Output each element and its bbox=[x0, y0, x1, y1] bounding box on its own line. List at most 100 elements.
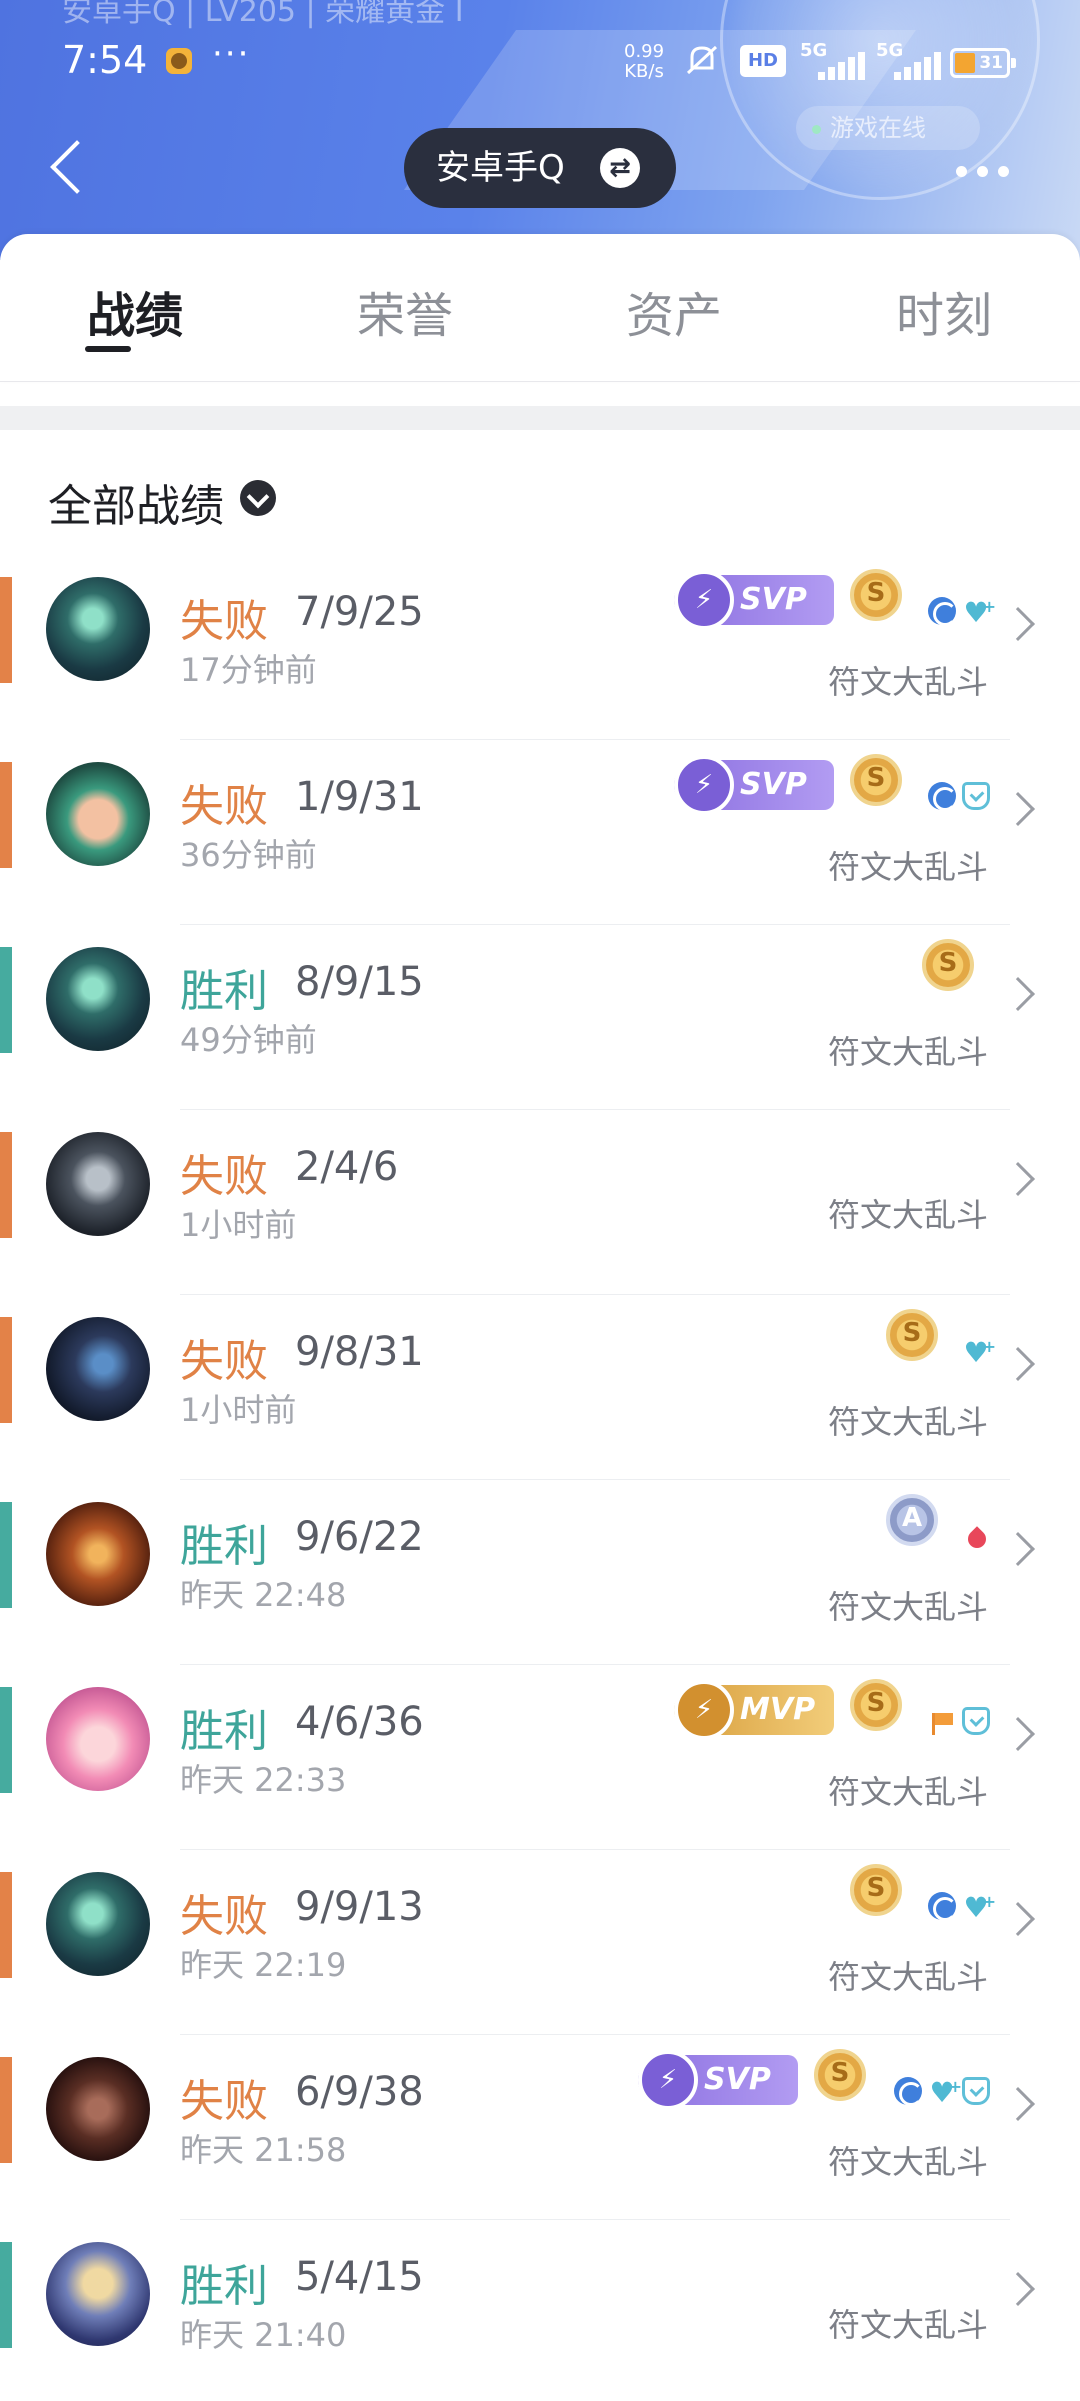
network-speed-value: 0.99 bbox=[624, 41, 665, 62]
match-record-row[interactable]: 胜利 4/6/36 昨天 22:33 MVP S 符文大乱斗 bbox=[0, 1665, 1080, 1850]
match-record-row[interactable]: 失败 6/9/38 昨天 21:58 SVP S 符文大乱斗 bbox=[0, 2035, 1080, 2220]
hd-voice-icon: HD bbox=[740, 45, 786, 77]
match-record-row[interactable]: 胜利 8/9/15 49分钟前 S 符文大乱斗 bbox=[0, 925, 1080, 1110]
section-divider bbox=[0, 406, 1080, 430]
a-medal-icon: A bbox=[886, 1494, 938, 1546]
heart-plus-icon bbox=[962, 1333, 996, 1367]
sword-icon bbox=[928, 597, 957, 626]
svp-emblem-icon bbox=[674, 570, 734, 630]
chevron-right-icon bbox=[1001, 1902, 1035, 1936]
hero-avatar bbox=[46, 1502, 150, 1606]
chevron-right-icon bbox=[1001, 1717, 1035, 1751]
hero-avatar bbox=[46, 1317, 150, 1421]
chevron-right-icon bbox=[1001, 1347, 1035, 1381]
sword-icon bbox=[928, 782, 957, 811]
s-medal-icon: S bbox=[850, 569, 902, 621]
chevron-right-icon bbox=[1001, 2272, 1035, 2306]
match-record-row[interactable]: 失败 2/4/6 1小时前 符文大乱斗 bbox=[0, 1110, 1080, 1295]
hero-avatar bbox=[46, 1132, 150, 1236]
tab-moments[interactable]: 时刻 bbox=[854, 276, 1034, 346]
game-mode: 符文大乱斗 bbox=[827, 1033, 988, 1071]
match-time: 昨天 22:19 bbox=[180, 1946, 347, 1984]
chevron-down-icon[interactable] bbox=[240, 480, 276, 516]
heart-plus-icon bbox=[962, 593, 996, 627]
match-time: 49分钟前 bbox=[180, 1021, 317, 1059]
result-color-bar bbox=[0, 1132, 12, 1238]
match-result: 失败 bbox=[180, 1336, 268, 1387]
match-time: 36分钟前 bbox=[180, 836, 317, 874]
match-kda: 1/9/31 bbox=[295, 774, 424, 820]
hero-avatar bbox=[46, 762, 150, 866]
game-mode: 符文大乱斗 bbox=[827, 663, 988, 701]
match-time: 1小时前 bbox=[180, 1391, 297, 1429]
hero-avatar bbox=[46, 1687, 150, 1791]
swap-icon bbox=[600, 148, 640, 188]
status-bar: 7:54 ··· 0.99 KB/s HD 5G 5G 31 bbox=[0, 0, 1080, 120]
match-record-row[interactable]: 胜利 5/4/15 昨天 21:40 符文大乱斗 bbox=[0, 2220, 1080, 2401]
svp-emblem-icon bbox=[674, 755, 734, 815]
mvp-emblem-icon bbox=[674, 1680, 734, 1740]
account-switch-button[interactable]: 安卓手Q bbox=[404, 128, 676, 208]
active-tab-indicator bbox=[85, 346, 131, 352]
match-record-row[interactable]: 胜利 9/6/22 昨天 22:48 A 符文大乱斗 bbox=[0, 1480, 1080, 1665]
game-mode: 符文大乱斗 bbox=[827, 2306, 988, 2344]
flag-icon bbox=[930, 1709, 956, 1737]
tab-assets[interactable]: 资产 bbox=[584, 276, 764, 346]
result-color-bar bbox=[0, 2057, 12, 2163]
match-record-row[interactable]: 失败 9/8/31 1小时前 S 符文大乱斗 bbox=[0, 1295, 1080, 1480]
match-record-row[interactable]: 失败 1/9/31 36分钟前 SVP S 符文大乱斗 bbox=[0, 740, 1080, 925]
chevron-right-icon bbox=[1001, 792, 1035, 826]
sword-icon bbox=[928, 1892, 957, 1921]
match-kda: 2/4/6 bbox=[295, 1144, 399, 1190]
match-result: 胜利 bbox=[180, 966, 268, 1017]
more-button[interactable] bbox=[948, 140, 1018, 200]
hero-avatar bbox=[46, 577, 150, 681]
match-kda: 8/9/15 bbox=[295, 959, 424, 1005]
tab-honors[interactable]: 荣誉 bbox=[315, 276, 495, 346]
match-time: 昨天 21:58 bbox=[180, 2131, 347, 2169]
game-mode: 符文大乱斗 bbox=[827, 1196, 988, 1234]
match-result: 胜利 bbox=[180, 1706, 268, 1757]
result-color-bar bbox=[0, 1872, 12, 1978]
chevron-right-icon bbox=[1001, 1532, 1035, 1566]
tab-bar: 战绩 荣誉 资产 时刻 bbox=[0, 234, 1080, 382]
game-mode: 符文大乱斗 bbox=[827, 1773, 988, 1811]
status-time: 7:54 bbox=[62, 38, 148, 82]
result-color-bar bbox=[0, 762, 12, 868]
match-result: 失败 bbox=[180, 1891, 268, 1942]
match-record-row[interactable]: 失败 9/9/13 昨天 22:19 S 符文大乱斗 bbox=[0, 1850, 1080, 2035]
result-color-bar bbox=[0, 947, 12, 1053]
match-result: 失败 bbox=[180, 2076, 268, 2127]
hero-avatar bbox=[46, 2242, 150, 2346]
sword-icon bbox=[894, 2077, 923, 2106]
svp-badge: SVP bbox=[674, 570, 834, 630]
game-header: 安卓手Q | LV205 | 荣耀黄金 I 7:54 ··· 0.99 KB/s… bbox=[0, 0, 1080, 260]
game-mode: 符文大乱斗 bbox=[827, 848, 988, 886]
network-speed-unit: KB/s bbox=[624, 61, 664, 82]
match-kda: 4/6/36 bbox=[295, 1699, 424, 1745]
s-medal-icon: S bbox=[886, 1309, 938, 1361]
game-mode: 符文大乱斗 bbox=[827, 1588, 988, 1626]
match-kda: 7/9/25 bbox=[295, 589, 424, 635]
more-notifications-icon: ··· bbox=[212, 34, 251, 74]
records-filter-dropdown[interactable]: 全部战绩 bbox=[48, 470, 224, 534]
heart-plus-icon bbox=[928, 2073, 962, 2107]
network-speed: 0.99 KB/s bbox=[624, 42, 664, 82]
match-time: 1小时前 bbox=[180, 1206, 297, 1244]
signal-1-icon: 5G bbox=[800, 40, 865, 80]
bell-muted-icon bbox=[686, 45, 718, 75]
match-record-row[interactable]: 失败 7/9/25 17分钟前 SVP S 符文大乱斗 bbox=[0, 555, 1080, 740]
hero-avatar bbox=[46, 947, 150, 1051]
chevron-right-icon bbox=[1001, 607, 1035, 641]
account-label: 安卓手Q bbox=[436, 148, 565, 188]
hero-avatar bbox=[46, 1872, 150, 1976]
s-medal-icon: S bbox=[850, 754, 902, 806]
tab-records[interactable]: 战绩 bbox=[45, 276, 225, 346]
back-button[interactable] bbox=[42, 128, 94, 210]
mvp-badge: MVP bbox=[674, 1680, 834, 1740]
match-kda: 6/9/38 bbox=[295, 2069, 424, 2115]
heart-plus-icon bbox=[962, 1888, 996, 1922]
result-color-bar bbox=[0, 1687, 12, 1793]
result-color-bar bbox=[0, 1502, 12, 1608]
result-color-bar bbox=[0, 577, 12, 683]
